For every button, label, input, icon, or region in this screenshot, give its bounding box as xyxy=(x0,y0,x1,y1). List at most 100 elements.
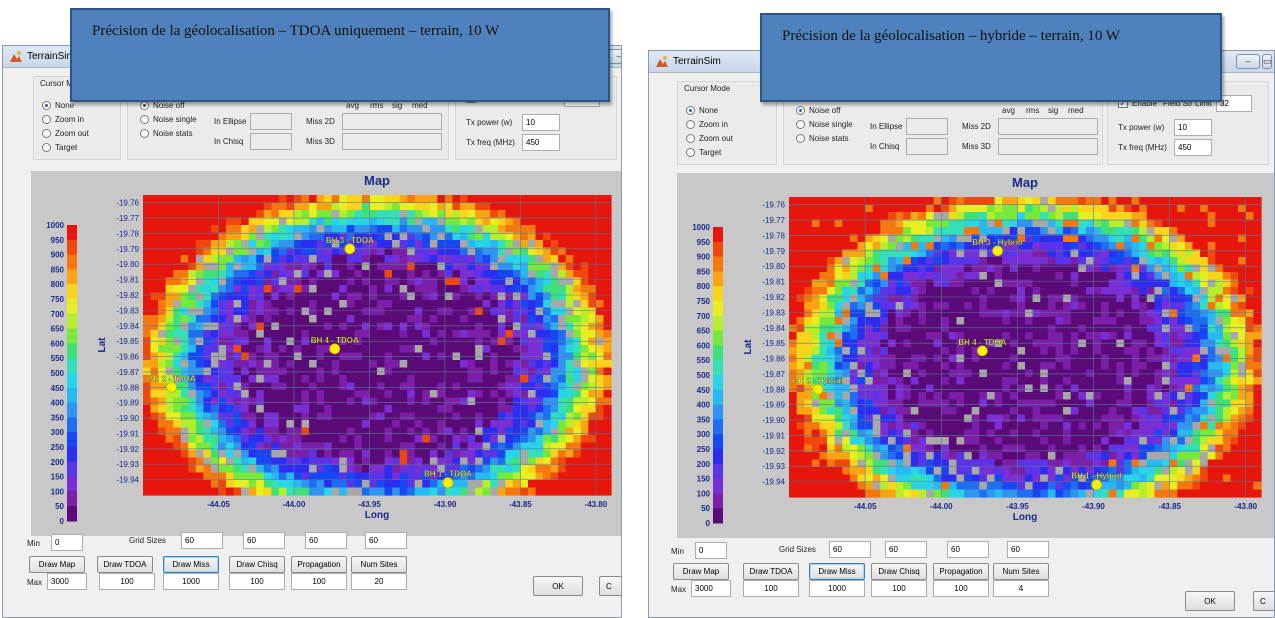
heat-cell xyxy=(880,219,889,228)
chisq-value-input[interactable]: 100 xyxy=(229,573,285,590)
site-marker[interactable] xyxy=(344,243,356,255)
heat-cell xyxy=(941,339,950,348)
heat-cell xyxy=(467,255,476,264)
heat-cell xyxy=(1230,407,1239,416)
heat-cell xyxy=(248,330,257,339)
heat-cell xyxy=(392,487,401,496)
heat-cell xyxy=(948,407,958,416)
propagation-button[interactable]: Propagation xyxy=(291,556,347,573)
radio-noise-stats[interactable]: Noise stats xyxy=(140,129,193,138)
grid-size-3[interactable]: 60 xyxy=(305,532,347,549)
heat-cell xyxy=(1131,242,1140,251)
heat-cell xyxy=(1047,317,1057,326)
heat-cell xyxy=(256,225,265,234)
map-area[interactable]: Map -19.76 -19.77 -19.78 -19.79 -19.80 -19.81-… xyxy=(31,171,622,536)
num-sites-input[interactable]: 20 xyxy=(351,573,407,590)
heat-cell xyxy=(903,294,912,303)
radio-zoom-in[interactable]: Zoom in xyxy=(686,120,728,129)
site-marker[interactable] xyxy=(329,343,341,355)
radio-noise-single[interactable]: Noise single xyxy=(796,120,853,129)
heat-cell xyxy=(482,300,491,309)
site-marker[interactable] xyxy=(166,381,178,393)
heat-cell xyxy=(1215,324,1224,333)
max-input[interactable]: 3000 xyxy=(47,573,87,590)
heat-cell xyxy=(910,362,920,371)
heat-cell xyxy=(1063,452,1072,461)
propagation-value-input[interactable]: 100 xyxy=(291,573,347,590)
map-plot[interactable]: Map-19.76-19.77-19.78-19.79-19.80-19.81-… xyxy=(31,171,622,536)
heat-cell xyxy=(248,195,257,204)
heat-cell xyxy=(1040,272,1049,281)
heat-cell xyxy=(278,270,288,279)
heat-cell xyxy=(1230,242,1239,251)
map-area[interactable]: Map -19.76 -19.77 -19.78 -19.79 -19.80 -19.81-… xyxy=(677,173,1275,538)
tdoa-value-input[interactable]: 100 xyxy=(99,573,155,590)
heat-cell xyxy=(422,315,431,324)
heat-cell xyxy=(527,375,537,384)
heat-cell xyxy=(512,435,522,444)
radio-zoom-in[interactable]: Zoom in xyxy=(42,115,84,124)
radio-noise-stats[interactable]: Noise stats xyxy=(796,134,849,143)
draw-chisq-button[interactable]: Draw Chisq xyxy=(229,556,285,573)
tx-freq-input[interactable]: 450 xyxy=(522,134,560,151)
heat-cell xyxy=(595,262,605,271)
grid-size-2[interactable]: 60 xyxy=(243,532,285,549)
heat-cell xyxy=(588,225,597,234)
heat-cell xyxy=(1230,437,1239,446)
heat-cell xyxy=(346,487,355,496)
radio-target[interactable]: Target xyxy=(42,143,77,152)
radio-none[interactable]: None xyxy=(42,101,74,110)
heat-cell xyxy=(256,420,265,429)
tx-power-input[interactable]: 10 xyxy=(1174,119,1212,136)
heat-cell xyxy=(1162,369,1171,378)
map-plot[interactable]: Map-19.76-19.77-19.78-19.79-19.80-19.81-… xyxy=(677,173,1275,538)
draw-miss-button[interactable]: Draw Miss xyxy=(163,556,219,573)
radio-none[interactable]: None xyxy=(686,106,718,115)
cancel-button[interactable]: C xyxy=(599,576,621,596)
heat-cell xyxy=(1040,377,1049,386)
heat-cell xyxy=(535,442,544,451)
heat-cell xyxy=(1025,242,1034,251)
miss-value-input[interactable]: 1000 xyxy=(163,573,219,590)
heat-cell xyxy=(834,444,843,453)
heat-cell xyxy=(377,202,386,211)
heat-cell xyxy=(467,480,476,489)
radio-noise-single[interactable]: Noise single xyxy=(140,115,197,124)
radio-zoom-out[interactable]: Zoom out xyxy=(42,129,89,138)
maximize-button[interactable]: ▭ xyxy=(1262,54,1272,69)
heat-cell xyxy=(414,292,423,301)
heat-cell xyxy=(1093,227,1102,236)
heat-cell xyxy=(1108,444,1117,453)
radio-zoom-out[interactable]: Zoom out xyxy=(686,134,733,143)
draw-tdoa-button[interactable]: Draw TDOA xyxy=(97,556,153,573)
tx-freq-input[interactable]: 450 xyxy=(1174,139,1212,156)
site-marker[interactable] xyxy=(442,477,454,489)
heat-cell xyxy=(1101,399,1110,408)
tx-power-input[interactable]: 10 xyxy=(522,114,560,131)
heat-cell xyxy=(535,360,544,369)
heat-cell xyxy=(301,397,310,406)
heat-cell xyxy=(339,382,348,391)
heat-cell xyxy=(331,262,340,271)
radio-noise-off[interactable]: Noise off xyxy=(796,106,840,115)
minimize-button[interactable]: – xyxy=(1236,54,1260,69)
min-input[interactable]: 0 xyxy=(51,534,83,551)
num-sites-button[interactable]: Num Sites xyxy=(351,556,407,573)
heat-cell xyxy=(1230,257,1239,266)
grid-size-1[interactable]: 60 xyxy=(181,532,223,549)
grid-size-4[interactable]: 60 xyxy=(365,532,407,549)
ok-button[interactable]: OK xyxy=(533,576,583,596)
heat-cell xyxy=(392,210,401,219)
heat-cell xyxy=(842,422,851,431)
heat-cell xyxy=(143,337,152,346)
heat-cell xyxy=(1116,414,1125,423)
heat-cell xyxy=(603,405,612,414)
heat-cell xyxy=(346,307,355,316)
heat-cell xyxy=(918,429,927,438)
radio-target[interactable]: Target xyxy=(686,148,721,157)
draw-map-button[interactable]: Draw Map xyxy=(29,556,85,573)
heat-cell xyxy=(872,339,881,348)
radio-noise-off[interactable]: Noise off xyxy=(140,101,184,110)
heat-cell xyxy=(354,345,363,354)
heat-cell xyxy=(948,422,958,431)
